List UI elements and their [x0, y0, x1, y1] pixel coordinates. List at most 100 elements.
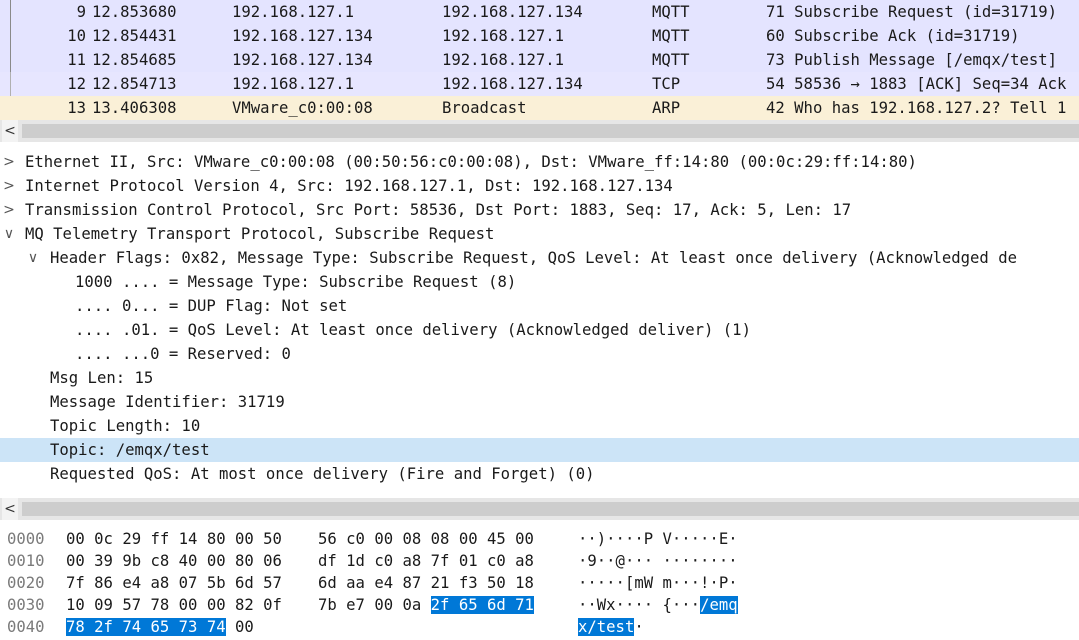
tree-item[interactable]: Topic Length: 10 [0, 414, 1079, 438]
ascii-plain: ··Wx···· {··· [578, 596, 701, 614]
packet-info: 60 Subscribe Ack (id=31719) [766, 27, 1020, 45]
packet-source: 192.168.127.134 [232, 51, 373, 69]
hex-row[interactable]: 0000 00 0c 29 ff 14 80 00 50 56 c0 00 08… [0, 528, 1079, 550]
tree-item-label: Internet Protocol Version 4, Src: 192.16… [25, 177, 673, 195]
packet-destination: Broadcast [442, 99, 527, 117]
tree-item[interactable]: ∨ MQ Telemetry Transport Protocol, Subscr… [0, 222, 1079, 246]
packet-row[interactable]: 13 13.406308 VMware_c0:00:08 Broadcast ARP 42… [0, 96, 1079, 120]
hex-offset: 0000 [7, 530, 45, 548]
ascii-selected: x/test [578, 618, 635, 636]
packet-no: 10 [67, 27, 86, 45]
hex-bytes: 78 2f 74 65 73 74 00 [66, 616, 254, 638]
tree-item[interactable]: ∨ Header Flags: 0x82, Message Type: Subsc… [0, 246, 1079, 270]
expand-arrow-icon[interactable]: > [2, 198, 16, 222]
packet-row[interactable]: 10 12.854431 192.168.127.134 192.168.127.1 M… [0, 24, 1079, 48]
packet-source: VMware_c0:00:08 [232, 99, 373, 117]
tree-item-label: .... .01. = QoS Level: At least once del… [75, 321, 751, 339]
hex-row[interactable]: 0030 10 09 57 78 00 00 82 0f 7b e7 00 0a… [0, 594, 1079, 616]
packet-destination: 192.168.127.1 [442, 51, 565, 69]
hex-bytes-plain: 00 [225, 618, 254, 636]
tree-item-label: Topic Length: 10 [50, 417, 201, 435]
packet-info: 54 58536 → 1883 [ACK] Seq=34 Ack [766, 75, 1067, 93]
packet-protocol: TCP [652, 75, 681, 93]
packet-row[interactable]: 9 12.853680 192.168.127.1 192.168.127.134 MQ… [0, 0, 1079, 24]
packet-no: 13 [67, 99, 86, 117]
packet-no: 12 [67, 75, 86, 93]
packet-time: 12.853680 [92, 3, 177, 21]
packet-destination: 192.168.127.134 [442, 75, 583, 93]
tree-item-label: Transmission Control Protocol, Src Port:… [25, 201, 852, 219]
ascii-selected: /emq [700, 596, 738, 614]
details-hscrollbar[interactable]: < [0, 498, 1079, 520]
expand-arrow-icon[interactable]: > [2, 174, 16, 198]
hex-bytes-selected: 2f 65 6d 71 [430, 596, 534, 614]
tree-item-label: .... 0... = DUP Flag: Not set [75, 297, 348, 315]
packet-protocol: MQTT [652, 27, 690, 45]
hex-offset: 0010 [7, 552, 45, 570]
hex-bytes-selected: 78 2f 74 65 73 74 [66, 618, 226, 636]
tree-item[interactable]: .... 0... = DUP Flag: Not set [0, 294, 1079, 318]
tree-item[interactable]: Msg Len: 15 [0, 366, 1079, 390]
tree-item-label: Header Flags: 0x82, Message Type: Subscr… [50, 249, 1017, 267]
hex-bytes: 56 c0 00 08 08 00 45 00 [318, 530, 534, 548]
ascii-bytes: ·9··@··· ········ [578, 552, 738, 570]
packet-time: 13.406308 [92, 99, 177, 117]
tree-item-label: Requested QoS: At most once delivery (Fi… [50, 465, 595, 483]
hex-row[interactable]: 0040 78 2f 74 65 73 74 00 x/test· [0, 616, 1079, 638]
tree-item[interactable]: Requested QoS: At most once delivery (Fi… [0, 462, 1079, 486]
ascii-bytes: ··)····P V·····E· [578, 530, 738, 548]
scroll-left-arrow-icon[interactable]: < [2, 120, 18, 142]
tree-item[interactable]: > Ethernet II, Src: VMware_c0:00:08 (00:5… [0, 150, 1079, 174]
packet-list-hscrollbar[interactable]: < [0, 120, 1079, 142]
tree-item[interactable]: .... ...0 = Reserved: 0 [0, 342, 1079, 366]
scroll-left-arrow-icon[interactable]: < [2, 498, 18, 520]
tree-item-label: MQ Telemetry Transport Protocol, Subscri… [25, 225, 495, 243]
packet-info: 42 Who has 192.168.127.2? Tell 1 [766, 99, 1067, 117]
hex-row[interactable]: 0020 7f 86 e4 a8 07 5b 6d 57 6d aa e4 87… [0, 572, 1079, 594]
tree-item[interactable]: > Transmission Control Protocol, Src Port… [0, 198, 1079, 222]
tree-item[interactable]: > Internet Protocol Version 4, Src: 192.1… [0, 174, 1079, 198]
packet-time: 12.854685 [92, 51, 177, 69]
ascii-plain: · [634, 618, 644, 636]
packet-info: 71 Subscribe Request (id=31719) [766, 3, 1058, 21]
collapse-arrow-icon[interactable]: ∨ [2, 222, 16, 246]
packet-no: 9 [76, 3, 86, 21]
packet-time: 12.854713 [92, 75, 177, 93]
hex-offset: 0040 [7, 618, 45, 636]
tree-item-label: Msg Len: 15 [50, 369, 154, 387]
packet-row[interactable]: 11 12.854685 192.168.127.134 192.168.127.1 M… [0, 48, 1079, 72]
packet-protocol: MQTT [652, 51, 690, 69]
tree-item-label: Message Identifier: 31719 [50, 393, 285, 411]
collapse-arrow-icon[interactable]: ∨ [26, 246, 40, 270]
hex-row[interactable]: 0010 00 39 9b c8 40 00 80 06 df 1d c0 a8… [0, 550, 1079, 572]
packet-no: 11 [67, 51, 86, 69]
hex-bytes: 00 39 9b c8 40 00 80 06 [66, 552, 282, 570]
expand-arrow-icon[interactable]: > [2, 150, 16, 174]
tree-item[interactable]: Topic: /emqx/test [0, 438, 1079, 462]
hex-bytes: 10 09 57 78 00 00 82 0f [66, 596, 282, 614]
tree-item-label: .... ...0 = Reserved: 0 [75, 345, 291, 363]
packet-row[interactable]: 12 12.854713 192.168.127.1 192.168.127.134 T… [0, 72, 1079, 96]
packet-destination: 192.168.127.1 [442, 27, 565, 45]
tree-item-label: Topic: /emqx/test [50, 441, 210, 459]
scrollbar-thumb[interactable] [22, 502, 1079, 516]
packet-bytes-pane: 0000 00 0c 29 ff 14 80 00 50 56 c0 00 08… [0, 528, 1079, 640]
tree-item[interactable]: .... .01. = QoS Level: At least once del… [0, 318, 1079, 342]
hex-offset: 0030 [7, 596, 45, 614]
hex-bytes: df 1d c0 a8 7f 01 c0 a8 [318, 552, 534, 570]
packet-source: 192.168.127.134 [232, 27, 373, 45]
hex-bytes: 7b e7 00 0a 2f 65 6d 71 [318, 594, 534, 616]
tree-item-label: Ethernet II, Src: VMware_c0:00:08 (00:50… [25, 153, 917, 171]
hex-bytes: 7f 86 e4 a8 07 5b 6d 57 [66, 574, 282, 592]
ascii-bytes: ··Wx···· {···/emq [578, 594, 738, 616]
packet-list: 9 12.853680 192.168.127.1 192.168.127.134 MQ… [0, 0, 1079, 120]
packet-protocol: MQTT [652, 3, 690, 21]
scrollbar-thumb[interactable] [22, 124, 1079, 138]
tree-item[interactable]: Message Identifier: 31719 [0, 390, 1079, 414]
tree-item[interactable]: 1000 .... = Message Type: Subscribe Requ… [0, 270, 1079, 294]
packet-time: 12.854431 [92, 27, 177, 45]
hex-offset: 0020 [7, 574, 45, 592]
ascii-bytes: x/test· [578, 616, 644, 638]
packet-source: 192.168.127.1 [232, 75, 355, 93]
packet-destination: 192.168.127.134 [442, 3, 583, 21]
